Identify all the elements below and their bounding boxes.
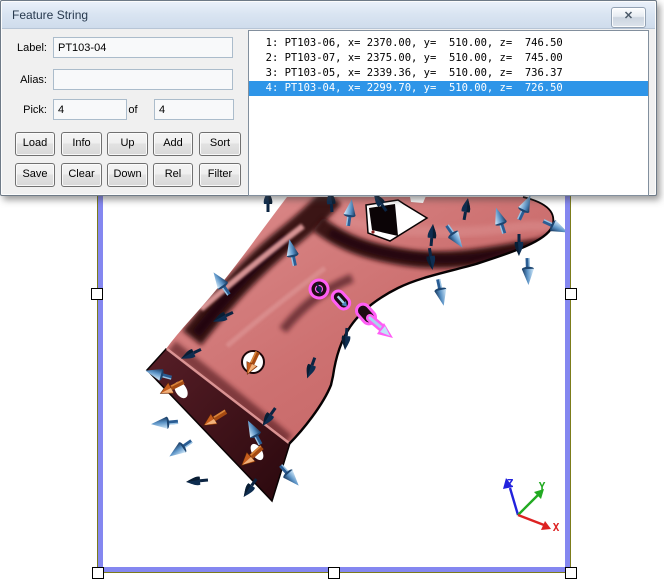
axis-y-label: Y: [539, 480, 546, 493]
alias-caption: Alias:: [7, 74, 47, 86]
list-item[interactable]: 2: PT103-07, x= 2375.00, y= 510.00, z= 7…: [249, 51, 648, 66]
list-item[interactable]: 4: PT103-04, x= 2299.70, y= 510.00, z= 7…: [249, 81, 648, 96]
screen: { "window": { "title": "Feature String",…: [0, 0, 664, 581]
filter-button[interactable]: Filter: [199, 163, 241, 187]
pick-caption: Pick:: [7, 104, 47, 116]
list-item[interactable]: 3: PT103-05, x= 2339.36, y= 510.00, z= 7…: [249, 66, 648, 81]
title-bar[interactable]: Feature String ✕: [2, 2, 655, 29]
down-button[interactable]: Down: [107, 163, 148, 187]
resize-handle-bottom[interactable]: [328, 567, 340, 579]
point-listbox[interactable]: 1: PT103-06, x= 2370.00, y= 510.00, z= 7…: [248, 30, 649, 196]
add-button[interactable]: Add: [153, 132, 193, 156]
axis-x-label: X: [553, 521, 560, 534]
sort-button[interactable]: Sort: [199, 132, 241, 156]
save-button[interactable]: Save: [15, 163, 55, 187]
axis-triad: Z Y X: [503, 477, 560, 534]
pick-index-field[interactable]: [53, 99, 127, 120]
resize-handle-bottom-left[interactable]: [92, 567, 104, 579]
feature-string-dialog: Feature String ✕ Label: Alias: Pick: of …: [0, 0, 657, 196]
rel-button[interactable]: Rel: [153, 163, 193, 187]
resize-handle-right[interactable]: [565, 288, 577, 300]
close-icon: ✕: [624, 10, 633, 22]
clear-button[interactable]: Clear: [61, 163, 102, 187]
axis-z-label: Z: [507, 477, 514, 490]
resize-handle-left[interactable]: [91, 288, 103, 300]
close-button[interactable]: ✕: [611, 7, 646, 28]
pick-total-field[interactable]: [154, 99, 234, 120]
up-button[interactable]: Up: [107, 132, 148, 156]
dialog-title: Feature String: [12, 2, 88, 28]
feature-arrow: [370, 318, 393, 338]
load-button[interactable]: Load: [15, 132, 55, 156]
resize-handle-bottom-right[interactable]: [565, 567, 577, 579]
list-item[interactable]: 1: PT103-06, x= 2370.00, y= 510.00, z= 7…: [249, 36, 648, 51]
pick-of-label: of: [119, 104, 147, 116]
label-caption: Label:: [7, 42, 47, 54]
label-field[interactable]: [53, 37, 233, 58]
alias-field[interactable]: [53, 69, 233, 90]
info-button[interactable]: Info: [61, 132, 102, 156]
